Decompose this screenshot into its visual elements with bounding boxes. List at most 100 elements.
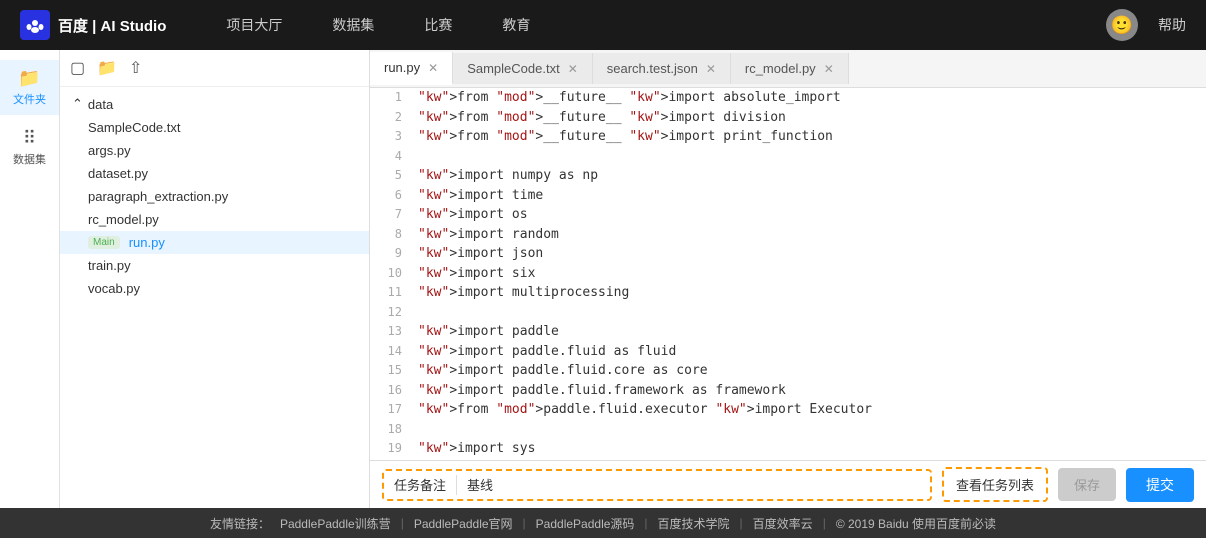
baseline-label: 基线 bbox=[467, 475, 493, 494]
file-name: args.py bbox=[88, 143, 131, 158]
file-item-paragraph[interactable]: paragraph_extraction.py bbox=[60, 185, 369, 208]
file-item-rcmodel[interactable]: rc_model.py bbox=[60, 208, 369, 231]
tab-close-rcmodel[interactable]: ✕ bbox=[824, 63, 834, 75]
sidebar-label-dataset: 数据集 bbox=[13, 151, 46, 167]
line-number: 18 bbox=[370, 420, 410, 440]
line-code: "kw">import time bbox=[410, 186, 1206, 206]
tab-close-samplecode[interactable]: ✕ bbox=[568, 63, 578, 75]
code-editor[interactable]: 1"kw">from "mod">__future__ "kw">import … bbox=[370, 88, 1206, 460]
table-row: 4 bbox=[370, 147, 1206, 167]
table-row: 6"kw">import time bbox=[370, 186, 1206, 206]
table-row: 1"kw">from "mod">__future__ "kw">import … bbox=[370, 88, 1206, 108]
line-number: 3 bbox=[370, 127, 410, 147]
tab-rcmodel[interactable]: rc_model.py ✕ bbox=[731, 53, 849, 84]
footer-link-3[interactable]: 百度技术学院 bbox=[658, 515, 730, 532]
line-number: 2 bbox=[370, 108, 410, 128]
footer-link-4[interactable]: 百度效率云 bbox=[753, 515, 813, 532]
file-item-args[interactable]: args.py bbox=[60, 139, 369, 162]
tab-runpy[interactable]: run.py ✕ bbox=[370, 52, 453, 85]
logo-text: 百度 | AI Studio bbox=[58, 15, 166, 36]
line-code bbox=[410, 147, 1206, 167]
upload-btn[interactable]: ⇧ bbox=[129, 58, 142, 78]
new-file-btn[interactable]: ▢ bbox=[70, 58, 85, 78]
table-row: 16"kw">import paddle.fluid.framework as … bbox=[370, 381, 1206, 401]
tab-searchtest[interactable]: search.test.json ✕ bbox=[593, 53, 731, 84]
line-number: 10 bbox=[370, 264, 410, 284]
table-row: 19"kw">import sys bbox=[370, 439, 1206, 459]
file-item-runpy[interactable]: Main run.py bbox=[60, 231, 369, 254]
line-code bbox=[410, 303, 1206, 323]
file-item-trainpy[interactable]: train.py bbox=[60, 254, 369, 277]
line-number: 15 bbox=[370, 361, 410, 381]
folder-icon: 📁 bbox=[18, 68, 40, 89]
file-name: rc_model.py bbox=[88, 212, 159, 227]
line-number: 9 bbox=[370, 244, 410, 264]
tab-label: SampleCode.txt bbox=[467, 61, 560, 76]
sidebar-item-dataset[interactable]: ⠿ 数据集 bbox=[0, 120, 59, 175]
table-row: 13"kw">import paddle bbox=[370, 322, 1206, 342]
line-number: 4 bbox=[370, 147, 410, 167]
submit-button[interactable]: 提交 bbox=[1126, 468, 1194, 502]
file-panel: ▢ 📁 ⇧ ⌃ data SampleCode.txt args.py data… bbox=[60, 50, 370, 508]
folder-data[interactable]: ⌃ data bbox=[60, 92, 369, 116]
baseline-input[interactable] bbox=[503, 477, 920, 492]
file-item-dataset[interactable]: dataset.py bbox=[60, 162, 369, 185]
footer-link-2[interactable]: PaddlePaddle源码 bbox=[536, 515, 635, 532]
sidebar-item-files[interactable]: 📁 文件夹 bbox=[0, 60, 59, 115]
tab-samplecode[interactable]: SampleCode.txt ✕ bbox=[453, 53, 593, 84]
line-number: 5 bbox=[370, 166, 410, 186]
file-name: train.py bbox=[88, 258, 131, 273]
file-item-vocabpy[interactable]: vocab.py bbox=[60, 277, 369, 300]
task-divider bbox=[456, 475, 457, 495]
nav-item-dataset[interactable]: 数据集 bbox=[332, 15, 374, 35]
bottom-bar: 任务备注 基线 查看任务列表 保存 提交 bbox=[370, 460, 1206, 508]
task-input-area: 任务备注 基线 bbox=[382, 469, 932, 501]
line-code: "kw">from "mod">__future__ "kw">import p… bbox=[410, 127, 1206, 147]
baidu-icon bbox=[20, 10, 50, 40]
footer-link-1[interactable]: PaddlePaddle官网 bbox=[414, 515, 513, 532]
view-tasks-btn[interactable]: 查看任务列表 bbox=[942, 467, 1048, 502]
line-code: "kw">import paddle.fluid.framework as fr… bbox=[410, 381, 1206, 401]
help-link[interactable]: 帮助 bbox=[1158, 15, 1186, 35]
line-code: "kw">import json bbox=[410, 244, 1206, 264]
tab-label: run.py bbox=[384, 60, 420, 75]
table-row: 5"kw">import numpy as np bbox=[370, 166, 1206, 186]
tab-close-searchtest[interactable]: ✕ bbox=[706, 63, 716, 75]
code-table: 1"kw">from "mod">__future__ "kw">import … bbox=[370, 88, 1206, 460]
save-button[interactable]: 保存 bbox=[1058, 468, 1116, 501]
logo: 百度 | AI Studio bbox=[20, 10, 166, 40]
file-toolbar: ▢ 📁 ⇧ bbox=[60, 50, 369, 87]
nav-item-project[interactable]: 项目大厅 bbox=[226, 15, 282, 35]
line-code: "kw">import random bbox=[410, 225, 1206, 245]
editor-area: run.py ✕ SampleCode.txt ✕ search.test.js… bbox=[370, 50, 1206, 508]
table-row: 8"kw">import random bbox=[370, 225, 1206, 245]
right-actions: 查看任务列表 保存 提交 bbox=[942, 467, 1194, 502]
file-name: dataset.py bbox=[88, 166, 148, 181]
file-tree: ⌃ data SampleCode.txt args.py dataset.py… bbox=[60, 87, 369, 508]
table-row: 14"kw">import paddle.fluid as fluid bbox=[370, 342, 1206, 362]
sidebar-label-files: 文件夹 bbox=[13, 91, 46, 107]
footer-link-0[interactable]: PaddlePaddle训练营 bbox=[280, 515, 391, 532]
tab-close-runpy[interactable]: ✕ bbox=[428, 62, 438, 74]
file-name: paragraph_extraction.py bbox=[88, 189, 228, 204]
main-badge: Main bbox=[88, 236, 120, 249]
footer-prefix: 友情链接： bbox=[210, 515, 270, 532]
line-code: "kw">import numpy as np bbox=[410, 166, 1206, 186]
line-number: 7 bbox=[370, 205, 410, 225]
table-row: 18 bbox=[370, 420, 1206, 440]
table-row: 10"kw">import six bbox=[370, 264, 1206, 284]
chevron-icon: ⌃ bbox=[72, 96, 83, 112]
tab-label: search.test.json bbox=[607, 61, 698, 76]
nav-item-contest[interactable]: 比赛 bbox=[424, 15, 452, 35]
line-number: 11 bbox=[370, 283, 410, 303]
file-item-samplecode[interactable]: SampleCode.txt bbox=[60, 116, 369, 139]
nav-item-education[interactable]: 教育 bbox=[502, 15, 530, 35]
line-number: 13 bbox=[370, 322, 410, 342]
file-name: run.py bbox=[129, 235, 165, 250]
table-row: 2"kw">from "mod">__future__ "kw">import … bbox=[370, 108, 1206, 128]
header-right: 🙂 帮助 bbox=[1106, 9, 1186, 41]
line-code bbox=[410, 420, 1206, 440]
avatar[interactable]: 🙂 bbox=[1106, 9, 1138, 41]
new-folder-btn[interactable]: 📁 bbox=[97, 58, 117, 78]
line-code: "kw">import sys bbox=[410, 439, 1206, 459]
